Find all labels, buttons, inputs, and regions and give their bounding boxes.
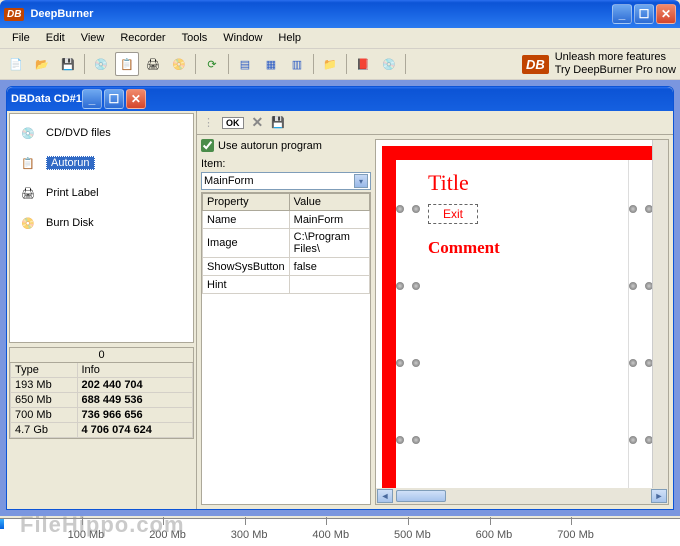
promo-line2: Try DeepBurner Pro now [555, 64, 676, 77]
ring-icon [396, 203, 420, 215]
child-titlebar: DB Data CD#1 _ ☐ ✕ [7, 87, 673, 111]
property-table: Property Value NameMainForm ImageC:\Prog… [201, 192, 371, 505]
child-minimize-button[interactable]: _ [82, 89, 102, 109]
prop-row: Hint [203, 276, 370, 294]
info-row: 4.7 Gb4 706 074 624 [11, 423, 193, 438]
use-autorun-checkbox[interactable]: Use autorun program [201, 139, 371, 152]
ruler-fill [0, 519, 4, 529]
vertical-scrollbar[interactable] [652, 140, 668, 488]
open-icon[interactable]: 📂 [30, 52, 54, 76]
ring-icon [396, 280, 420, 292]
preview-comment[interactable]: Comment [428, 238, 620, 258]
notebook-preview: Title Exit Comment [382, 146, 652, 488]
main-titlebar: DB DeepBurner _ ☐ ✕ [0, 0, 680, 28]
preview-exit-button[interactable]: Exit [428, 204, 478, 224]
printer-icon: 🖨 [16, 181, 40, 205]
prop-row: ImageC:\Program Files\ [203, 229, 370, 258]
info-row: 193 Mb202 440 704 [11, 378, 193, 393]
horizontal-scrollbar[interactable]: ◄ ► [376, 488, 668, 504]
nav-autorun[interactable]: 📋 Autorun [10, 148, 193, 178]
folder-icon[interactable]: 📁 [318, 52, 342, 76]
promo-banner[interactable]: DB Unleash more features Try DeepBurner … [522, 51, 676, 77]
preview-panel: Title Exit Comment [375, 139, 669, 505]
burn-icon[interactable]: 📀 [167, 52, 191, 76]
ring-icon [629, 357, 652, 369]
ring-icon [396, 357, 420, 369]
prop-row: NameMainForm [203, 211, 370, 229]
promo-line1: Unleash more features [555, 51, 676, 64]
info-header: 0 [10, 348, 193, 363]
menu-recorder[interactable]: Recorder [112, 30, 173, 46]
child-title: Data CD#1 [27, 93, 82, 105]
disc-icon[interactable]: 💿 [89, 52, 113, 76]
save-icon[interactable]: 💾 [56, 52, 80, 76]
ring-icon [629, 203, 652, 215]
new-icon[interactable]: 📄 [4, 52, 28, 76]
toolbar: 📄 📂 💾 💿 📋 🖨 📀 ⟳ ▤ ▦ ▥ 📁 📕 💿 DB Unleash m… [0, 49, 680, 80]
item-dropdown[interactable]: MainForm ▾ [201, 172, 371, 190]
nav-list: 💿 CD/DVD files 📋 Autorun 🖨 Print Label [9, 113, 194, 343]
size-ruler: 100 Mb 200 Mb 300 Mb 400 Mb 500 Mb 600 M… [0, 518, 680, 546]
info-col-type: Type [11, 363, 78, 378]
scroll-right-icon[interactable]: ► [651, 489, 667, 503]
mdi-area: DB Data CD#1 _ ☐ ✕ 💿 CD/DVD files [0, 80, 680, 516]
close-button[interactable]: ✕ [656, 4, 676, 24]
scroll-left-icon[interactable]: ◄ [377, 489, 393, 503]
disc-info-grid: 0 Type Info 193 Mb202 440 704 650 Mb688 … [9, 347, 194, 439]
about-icon[interactable]: 💿 [377, 52, 401, 76]
app-title: DeepBurner [30, 8, 612, 20]
autorun-toolbar-icon[interactable]: 📋 [115, 52, 139, 76]
item-label: Item: [201, 158, 371, 170]
save-editor-icon[interactable]: 💾 [271, 116, 285, 129]
info-row: 650 Mb688 449 536 [11, 393, 193, 408]
menu-file[interactable]: File [4, 30, 38, 46]
prop-col-value: Value [289, 194, 369, 211]
nav-cddvd-files[interactable]: 💿 CD/DVD files [10, 118, 193, 148]
ok-button[interactable]: OK [222, 117, 244, 129]
nav-burn-disk[interactable]: 📀 Burn Disk [10, 208, 193, 238]
menu-window[interactable]: Window [215, 30, 270, 46]
child-maximize-button[interactable]: ☐ [104, 89, 124, 109]
refresh-icon[interactable]: ⟳ [200, 52, 224, 76]
app-logo-icon: DB [4, 8, 24, 21]
menu-view[interactable]: View [73, 30, 113, 46]
minimize-button[interactable]: _ [612, 4, 632, 24]
promo-logo-icon: DB [522, 55, 549, 74]
child-close-button[interactable]: ✕ [126, 89, 146, 109]
help-book-icon[interactable]: 📕 [351, 52, 375, 76]
menu-help[interactable]: Help [270, 30, 309, 46]
menu-tools[interactable]: Tools [174, 30, 216, 46]
ring-icon [629, 280, 652, 292]
ring-icon [629, 434, 652, 446]
info-row: 700 Mb736 966 656 [11, 408, 193, 423]
cancel-x-button[interactable]: ✕ [252, 114, 264, 131]
burn-disc-icon: 📀 [16, 211, 40, 235]
child-logo-icon: DB [11, 93, 27, 105]
info-col-info: Info [77, 363, 193, 378]
tile-h-icon[interactable]: ▦ [259, 52, 283, 76]
chevron-down-icon: ▾ [354, 174, 368, 188]
menu-edit[interactable]: Edit [38, 30, 73, 46]
nav-print-label[interactable]: 🖨 Print Label [10, 178, 193, 208]
maximize-button[interactable]: ☐ [634, 4, 654, 24]
cascade-icon[interactable]: ▤ [233, 52, 257, 76]
prop-col-property: Property [203, 194, 290, 211]
preview-title[interactable]: Title [428, 170, 620, 196]
tile-v-icon[interactable]: ▥ [285, 52, 309, 76]
child-window: DB Data CD#1 _ ☐ ✕ 💿 CD/DVD files [6, 86, 674, 510]
ring-icon [396, 434, 420, 446]
editor-toolbar: ⋮ OK ✕ 💾 [197, 111, 673, 135]
prop-row: ShowSysButtonfalse [203, 258, 370, 276]
scroll-thumb[interactable] [396, 490, 446, 502]
disc-icon: 💿 [16, 121, 40, 145]
autorun-icon: 📋 [16, 151, 40, 175]
menubar: File Edit View Recorder Tools Window Hel… [0, 28, 680, 49]
print-icon[interactable]: 🖨 [141, 52, 165, 76]
